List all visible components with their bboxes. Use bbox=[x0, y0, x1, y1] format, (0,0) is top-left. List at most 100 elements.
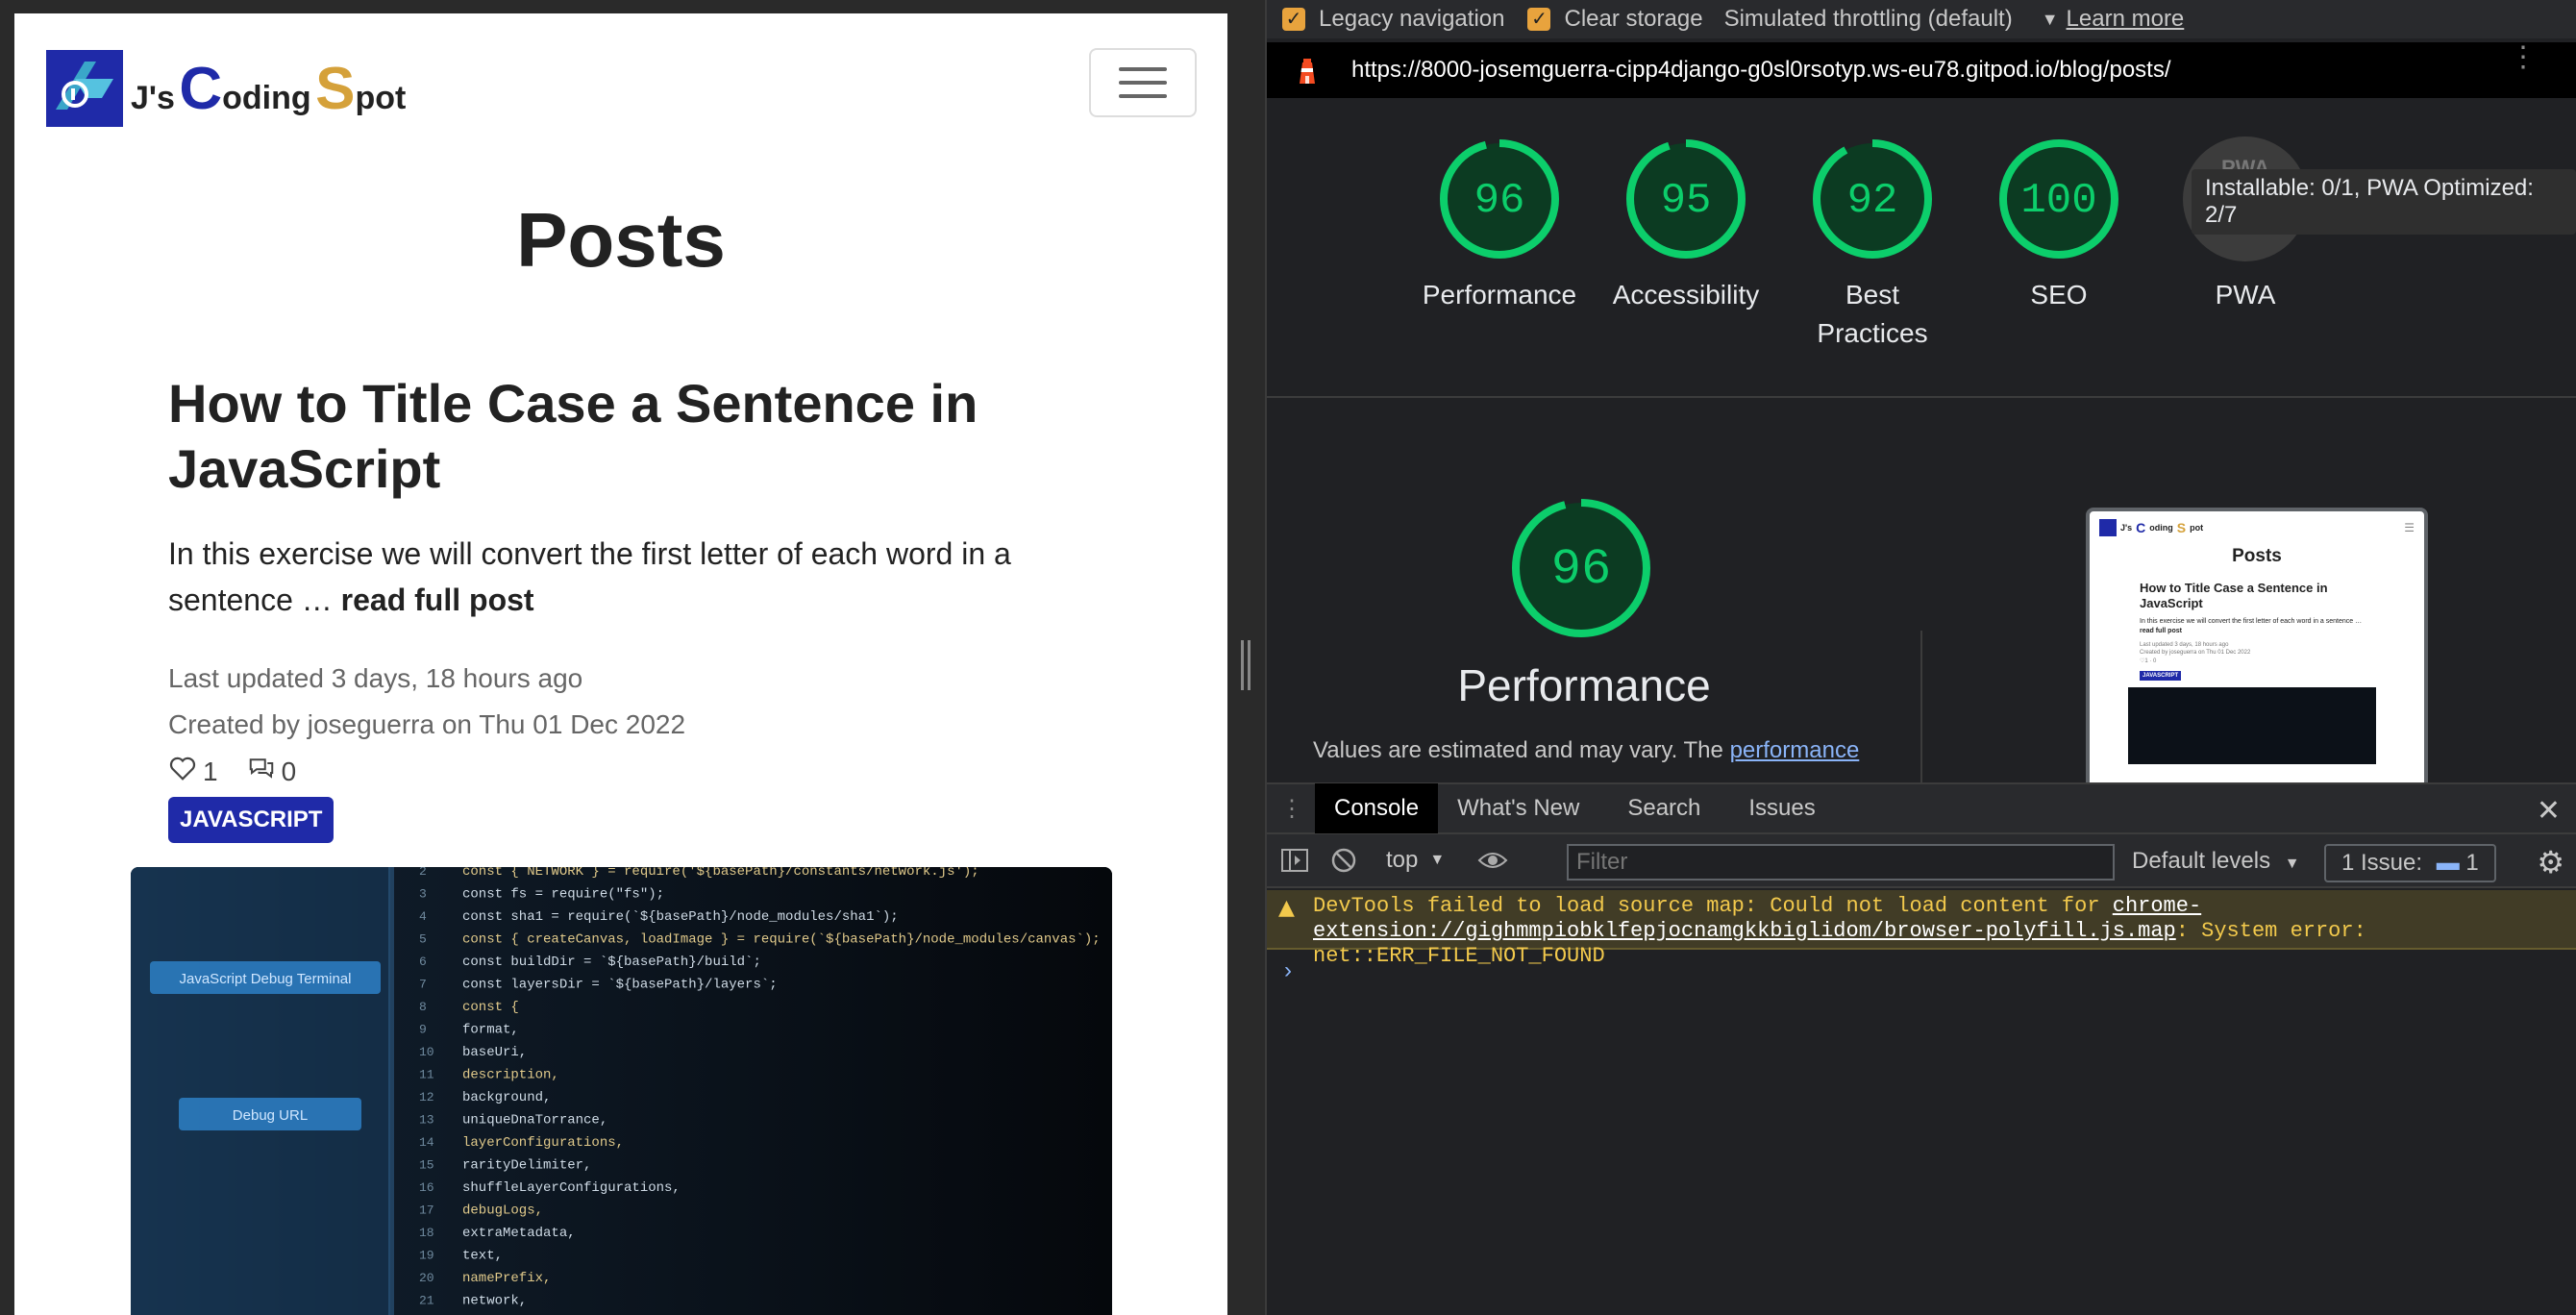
thumbnail-logo-c: C bbox=[2136, 520, 2146, 535]
code-line-number: 16 bbox=[419, 1180, 434, 1195]
code-line: const { bbox=[462, 1000, 519, 1015]
code-line: text, bbox=[462, 1249, 503, 1264]
code-line-number: 14 bbox=[419, 1135, 434, 1150]
checkbox-label: Clear storage bbox=[1564, 6, 1703, 32]
code-line-number: 4 bbox=[419, 909, 427, 924]
more-vertical-icon[interactable]: ⋮ bbox=[2509, 43, 2538, 72]
logo-pot: pot bbox=[355, 79, 407, 116]
thumbnail-logo-icon bbox=[2099, 519, 2117, 536]
thumbnail-logo-pot: pot bbox=[2190, 523, 2204, 533]
performance-gauge: 96 bbox=[1512, 499, 1650, 637]
code-line: layerConfigurations, bbox=[462, 1135, 624, 1151]
clear-console-icon[interactable] bbox=[1330, 847, 1357, 874]
nav-toggle-button[interactable] bbox=[1089, 48, 1197, 117]
thumbnail-page: J's Coding Spot ☰ Posts How to Title Case … bbox=[2090, 511, 2424, 782]
site-logo[interactable]: J's C oding S pot bbox=[46, 50, 406, 127]
console-prompt-icon[interactable]: › bbox=[1284, 957, 1292, 984]
post-excerpt: In this exercise we will convert the fir… bbox=[168, 531, 1081, 623]
logo-letter-c: C bbox=[179, 55, 223, 122]
drawer-menu-icon[interactable]: ⋮ bbox=[1267, 795, 1315, 823]
sidebar-toggle-icon[interactable] bbox=[1280, 847, 1309, 874]
hamburger-line bbox=[1119, 94, 1167, 98]
context-selector[interactable]: top ▼ bbox=[1386, 847, 1445, 874]
comments-icon bbox=[247, 754, 276, 789]
code-line-number: 8 bbox=[419, 1000, 427, 1014]
message-icon: ▬ bbox=[2436, 850, 2460, 876]
post-title-link[interactable]: How to Title Case a Sentence in JavaScri… bbox=[168, 371, 1033, 502]
tab-whats-new[interactable]: What's New bbox=[1438, 783, 1598, 833]
performance-title: Performance bbox=[1457, 660, 1711, 710]
thumbnail-hero bbox=[2128, 687, 2376, 764]
score-label: Accessibility bbox=[1612, 280, 1760, 310]
close-icon[interactable]: ✕ bbox=[2537, 794, 2561, 828]
code-line-number: 18 bbox=[419, 1226, 434, 1240]
code-line-number: 5 bbox=[419, 932, 427, 947]
thumbnail-logo-prefix: J's bbox=[2120, 523, 2133, 533]
code-line: description, bbox=[462, 1068, 559, 1083]
console-filter-input[interactable] bbox=[1567, 844, 2115, 881]
code-line: namePrefix, bbox=[462, 1271, 551, 1286]
thumbnail-read-more: read full post bbox=[2140, 628, 2182, 634]
post-excerpt-text: In this exercise we will convert the fir… bbox=[168, 536, 1011, 617]
issues-count: 1 bbox=[2465, 850, 2479, 876]
code-line-number: 6 bbox=[419, 955, 427, 969]
performance-section: 96 Performance Values are estimated and … bbox=[1267, 400, 2576, 782]
panel-divider[interactable] bbox=[1250, 0, 1267, 1315]
thumbnail-post-title: How to Title Case a Sentence in JavaScri… bbox=[2140, 581, 2328, 610]
code-line: const fs = require("fs"); bbox=[462, 887, 664, 903]
heart-icon[interactable] bbox=[168, 754, 197, 789]
pwa-tooltip: Installable: 0/1, PWA Optimized: 2/7 bbox=[2192, 169, 2576, 235]
gauge-performance[interactable]: 96 Performance bbox=[1403, 136, 1596, 314]
code-line-number: 10 bbox=[419, 1045, 434, 1059]
logo-prefix: J's bbox=[131, 79, 175, 116]
code-line: format, bbox=[462, 1023, 519, 1038]
tab-search[interactable]: Search bbox=[1598, 783, 1729, 833]
console-warning-message: ▲ DevTools failed to load source map: Co… bbox=[1267, 890, 2576, 968]
throttling-label: Simulated throttling (default) bbox=[1723, 6, 2013, 32]
sidebar-item: Debug URL bbox=[233, 1107, 308, 1124]
gauge-ring: 100 bbox=[1999, 139, 2118, 259]
thumbnail-counts: ♡1 · 0 bbox=[2140, 658, 2157, 664]
tab-console[interactable]: Console bbox=[1315, 783, 1439, 833]
eye-icon[interactable] bbox=[1477, 849, 1508, 872]
code-line-number: 21 bbox=[419, 1294, 434, 1308]
gear-icon[interactable]: ⚙ bbox=[2537, 844, 2564, 881]
gauge-accessibility[interactable]: 95 Accessibility bbox=[1590, 136, 1782, 314]
legacy-navigation-checkbox[interactable]: ✓ Legacy navigation bbox=[1282, 6, 1504, 33]
learn-more-link[interactable]: Learn more bbox=[2067, 6, 2185, 33]
page-title: Posts bbox=[516, 197, 726, 283]
triangle-down-icon[interactable]: ▼ bbox=[2042, 10, 2059, 30]
tab-issues[interactable]: Issues bbox=[1729, 783, 1834, 833]
lighthouse-icon bbox=[1290, 53, 1325, 87]
code-line: const { NETWORK } = require('${basePath}… bbox=[462, 867, 979, 880]
final-screenshot-thumbnail[interactable]: J's Coding Spot ☰ Posts How to Title Case … bbox=[2086, 508, 2428, 782]
clear-storage-checkbox[interactable]: ✓ Clear storage bbox=[1527, 6, 1703, 33]
thumbnail-logo: J's Coding Spot ☰ bbox=[2099, 519, 2415, 536]
report-url: https://8000-josemguerra-cipp4django-g0s… bbox=[1351, 57, 2171, 83]
score-label: SEO bbox=[2030, 280, 2088, 310]
code-line: network, bbox=[462, 1294, 527, 1309]
gauge-best-practices[interactable]: 92 Best Practices bbox=[1776, 136, 1969, 353]
code-line-number: 20 bbox=[419, 1271, 434, 1285]
checkmark-icon: ✓ bbox=[1527, 8, 1551, 31]
score-value: 96 bbox=[1474, 177, 1525, 225]
read-full-post-link[interactable]: read full post bbox=[341, 583, 534, 617]
code-line-number: 9 bbox=[419, 1023, 427, 1037]
post-tag-badge[interactable]: JAVASCRIPT bbox=[168, 797, 334, 843]
site-preview-panel: J's C oding S pot Posts How to Title Cas… bbox=[0, 0, 1250, 1315]
performance-link[interactable]: performance bbox=[1730, 737, 1860, 763]
log-levels-dropdown[interactable]: Default levels ▼ bbox=[2132, 848, 2300, 875]
issues-counter-button[interactable]: 1 Issue: ▬ 1 bbox=[2324, 844, 2496, 882]
gauge-seo[interactable]: 100 SEO bbox=[1963, 136, 2155, 314]
performance-desc-text: Values are estimated and may vary. The bbox=[1313, 737, 1723, 763]
code-line: shuffleLayerConfigurations, bbox=[462, 1180, 681, 1196]
code-line: background, bbox=[462, 1090, 551, 1105]
thumbnail-excerpt-text: In this exercise we will convert the fir… bbox=[2140, 618, 2363, 625]
console-toolbar: top ▼ Default levels ▼ 1 Issue: ▬ 1 ⚙ bbox=[1267, 834, 2576, 888]
log-levels-value: Default levels bbox=[2132, 848, 2271, 874]
code-line-number: 12 bbox=[419, 1090, 434, 1104]
thumbnail-tag: JAVASCRIPT bbox=[2140, 671, 2182, 681]
resize-handle[interactable] bbox=[1241, 640, 1251, 690]
score-gauges: 96 Performance 95 Accessibility 92 Best … bbox=[1267, 98, 2576, 398]
code-line: debugLogs, bbox=[462, 1203, 543, 1219]
